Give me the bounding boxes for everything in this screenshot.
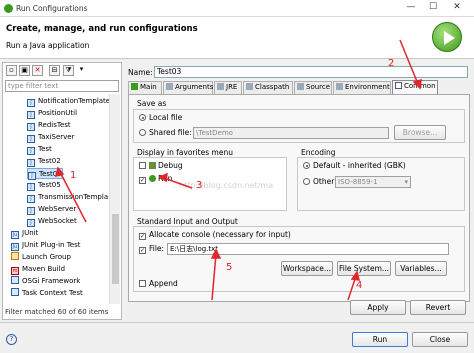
annotation-arrow-2 [399, 39, 419, 85]
annotation-arrow-5 [211, 253, 217, 301]
annotation-number-3: 3 [196, 180, 203, 191]
annotation-arrow-3 [163, 177, 193, 189]
annotation-number-4: 4 [356, 280, 363, 291]
annotation-number-1: 1 [70, 170, 77, 181]
annotation-number-2: 2 [388, 58, 395, 69]
arrowhead-1 [54, 166, 65, 178]
arrowhead-3 [158, 172, 168, 183]
arrowhead-2 [412, 78, 422, 90]
arrowhead-4 [350, 270, 360, 281]
annotation-number-5: 5 [226, 262, 233, 273]
arrowhead-5 [210, 248, 222, 259]
